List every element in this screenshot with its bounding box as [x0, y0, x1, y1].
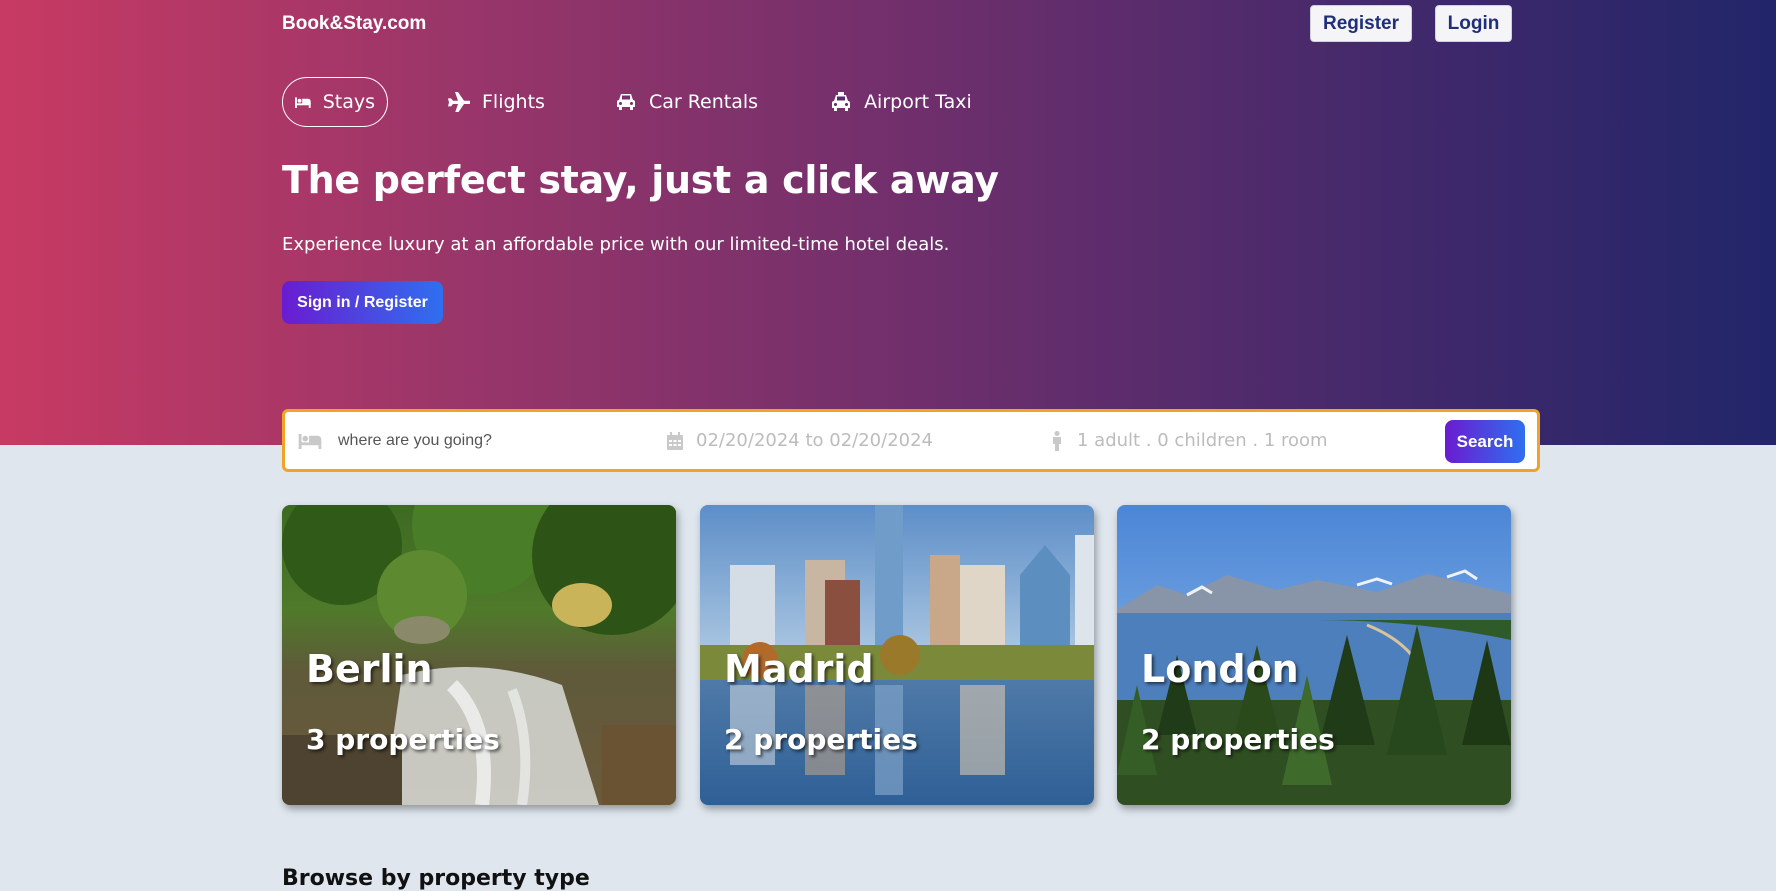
hero-subtitle: Experience luxury at an affordable price… — [282, 234, 950, 255]
city-property-count: 2 properties — [724, 723, 918, 756]
tab-airport-taxi[interactable]: Airport Taxi — [830, 77, 972, 127]
city-name: Berlin — [306, 647, 433, 691]
tab-label: Car Rentals — [648, 91, 759, 113]
sign-in-register-button[interactable]: Sign in / Register — [282, 281, 443, 324]
person-icon — [1053, 430, 1061, 451]
search-button[interactable]: Search — [1445, 420, 1525, 463]
hero-banner — [0, 0, 1776, 445]
search-bar: 02/20/2024 to 02/20/2024 1 adult . 0 chi… — [282, 409, 1540, 472]
login-button[interactable]: Login — [1435, 5, 1512, 42]
city-card-berlin[interactable]: Berlin 3 properties — [282, 505, 676, 805]
date-range-text: 02/20/2024 to 02/20/2024 — [696, 430, 934, 451]
calendar-icon — [667, 431, 683, 450]
tab-car-rentals[interactable]: Car Rentals — [615, 77, 758, 127]
city-card-madrid[interactable]: Madrid 2 properties — [700, 505, 1094, 805]
city-name: London — [1141, 647, 1299, 691]
taxi-icon — [832, 92, 851, 111]
city-name: Madrid — [724, 647, 874, 691]
bed-icon — [298, 433, 322, 449]
destination-input[interactable] — [336, 430, 590, 451]
tab-label: Airport Taxi — [864, 91, 972, 113]
city-property-count: 2 properties — [1141, 723, 1335, 756]
tab-flights[interactable]: Flights — [448, 77, 545, 127]
browse-section-title: Browse by property type — [282, 866, 590, 891]
guests-field[interactable]: 1 adult . 0 children . 1 room — [1051, 412, 1328, 469]
plane-icon — [448, 92, 470, 112]
destination-field[interactable] — [298, 412, 590, 469]
hero-headline: The perfect stay, just a click away — [282, 158, 999, 202]
date-range-field[interactable]: 02/20/2024 to 02/20/2024 — [667, 412, 933, 469]
brand-logo[interactable]: Book&Stay.com — [282, 13, 426, 35]
register-button[interactable]: Register — [1310, 5, 1412, 42]
tab-label: Flights — [482, 91, 545, 113]
guests-text: 1 adult . 0 children . 1 room — [1077, 430, 1328, 451]
nav-tabs: Stays Flights Car Rentals Airport Taxi — [282, 77, 972, 127]
city-card-london[interactable]: London 2 properties — [1117, 505, 1511, 805]
bed-icon — [295, 97, 311, 108]
tab-label: Stays — [322, 91, 375, 113]
car-icon — [616, 94, 635, 110]
city-property-count: 3 properties — [306, 723, 500, 756]
tab-stays[interactable]: Stays — [282, 77, 388, 127]
